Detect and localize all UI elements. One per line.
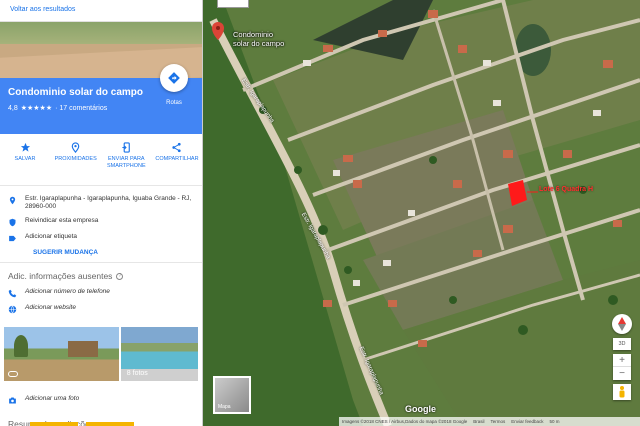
send-to-phone-button[interactable]: ENVIAR PARA SMARTPHONE xyxy=(103,142,149,179)
send-to-phone-icon xyxy=(122,142,130,153)
shield-icon xyxy=(9,218,16,227)
claim-business-text: Reivindicar esta empresa xyxy=(25,217,99,224)
reviews-link[interactable]: · 17 comentários xyxy=(55,105,107,112)
pin-label-line2: solar do campo xyxy=(233,39,285,48)
tilt-3d-button[interactable]: 3D xyxy=(613,338,631,350)
address-row[interactable]: Estr. Igaraplapunha - Igaraplapunha, Igu… xyxy=(0,192,202,214)
share-button[interactable]: COMPARTILHAR xyxy=(154,142,200,179)
satellite-map[interactable]: Condominio solar do campo Estr. Igarapla… xyxy=(203,0,640,426)
map-layer-label: Mapa xyxy=(218,404,231,410)
satellite-imagery xyxy=(203,0,640,426)
share-icon xyxy=(172,142,182,153)
send-to-phone-label: ENVIAR PARA SMARTPHONE xyxy=(106,156,146,169)
photo-thumbnail-2[interactable]: 8 fotos xyxy=(120,327,198,381)
country-link[interactable]: Brasil xyxy=(473,419,484,424)
terms-link[interactable]: Termos xyxy=(490,419,505,424)
photo-thumbnail-1[interactable] xyxy=(4,327,119,381)
map-controls: 3D + − xyxy=(612,314,632,400)
camera-icon xyxy=(9,397,16,404)
map-layer-toggle[interactable]: Mapa xyxy=(213,376,251,414)
star-icon xyxy=(20,142,30,152)
directions-icon xyxy=(168,72,180,84)
compass-icon xyxy=(618,317,626,331)
lot-annotation-label: Lote 6 Quadra H xyxy=(539,186,594,193)
compass-button[interactable] xyxy=(612,314,632,334)
nearby-label: PROXIMIDADES xyxy=(54,156,97,162)
place-header: Condominio solar do campo 4,8 ★★★★★ · 17… xyxy=(0,64,202,134)
rating-value: 4,8 xyxy=(8,104,18,112)
google-logo: Google xyxy=(405,404,436,414)
add-photo-text: Adicionar uma foto xyxy=(25,395,80,402)
save-button[interactable]: SALVAR xyxy=(2,142,48,179)
add-photo-row[interactable]: Adicionar uma foto xyxy=(0,381,202,405)
pin-label-line1: Condominio xyxy=(233,30,274,39)
pegman-icon xyxy=(619,386,625,398)
location-pin-icon xyxy=(9,196,16,205)
rating-stars-icon: ★★★★★ xyxy=(20,105,53,112)
rating-bars xyxy=(30,422,134,426)
imagery-attribution: Imagens ©2018 CNES / Airbus,Dados do map… xyxy=(342,419,468,424)
panorama-icon xyxy=(8,371,18,377)
map-footer: Imagens ©2018 CNES / Airbus,Dados do map… xyxy=(339,417,640,426)
address-text: Estr. Igaraplapunha - Igaraplapunha, Igu… xyxy=(25,195,192,210)
nearby-button[interactable]: PROXIMIDADES xyxy=(53,142,99,179)
action-bar: SALVAR PROXIMIDADES ENVIAR PARA SMARTPHO… xyxy=(0,134,202,186)
add-phone-row[interactable]: Adicionar número de telefone xyxy=(0,285,202,301)
save-label: SALVAR xyxy=(14,156,36,162)
map-top-tab[interactable] xyxy=(217,0,249,8)
missing-info-title: Adic. informações ausentes xyxy=(8,271,113,281)
add-website-text: Adicionar website xyxy=(25,304,76,311)
place-panel: Voltar aos resultados Condominio solar d… xyxy=(0,0,203,426)
zoom-control: + − xyxy=(613,354,631,380)
nearby-icon xyxy=(71,142,80,153)
scale-indicator[interactable]: 50 m xyxy=(550,419,560,424)
street-view-pegman[interactable] xyxy=(613,384,631,400)
phone-icon xyxy=(8,289,17,298)
suggest-edit-button[interactable]: SUGERIR MUDANÇA xyxy=(0,246,202,263)
add-label-text: Adicionar etiqueta xyxy=(25,233,78,240)
place-pin-label[interactable]: Condominio solar do campo xyxy=(233,30,284,48)
share-label: COMPARTILHAR xyxy=(155,156,199,162)
back-to-results-link[interactable]: Voltar aos resultados xyxy=(0,0,202,22)
photo-strip: 8 fotos xyxy=(0,327,202,381)
add-phone-text: Adicionar número de telefone xyxy=(25,288,110,295)
maps-app: Voltar aos resultados Condominio solar d… xyxy=(0,0,640,426)
globe-icon xyxy=(8,305,17,314)
directions-button[interactable] xyxy=(160,64,188,92)
add-website-row[interactable]: Adicionar website xyxy=(0,301,202,317)
claim-business-row[interactable]: Reivindicar esta empresa xyxy=(0,214,202,230)
directions-label: Rotas xyxy=(166,100,182,106)
add-label-row[interactable]: Adicionar etiqueta xyxy=(0,230,202,246)
zoom-in-button[interactable]: + xyxy=(613,354,631,367)
feedback-link[interactable]: Enviar feedback xyxy=(511,419,543,424)
missing-info-heading: Adic. informações ausentes ? xyxy=(0,263,202,285)
photo-count: 8 fotos xyxy=(126,370,148,377)
label-icon xyxy=(9,235,16,242)
help-icon[interactable]: ? xyxy=(116,272,124,280)
zoom-out-button[interactable]: − xyxy=(613,367,631,380)
